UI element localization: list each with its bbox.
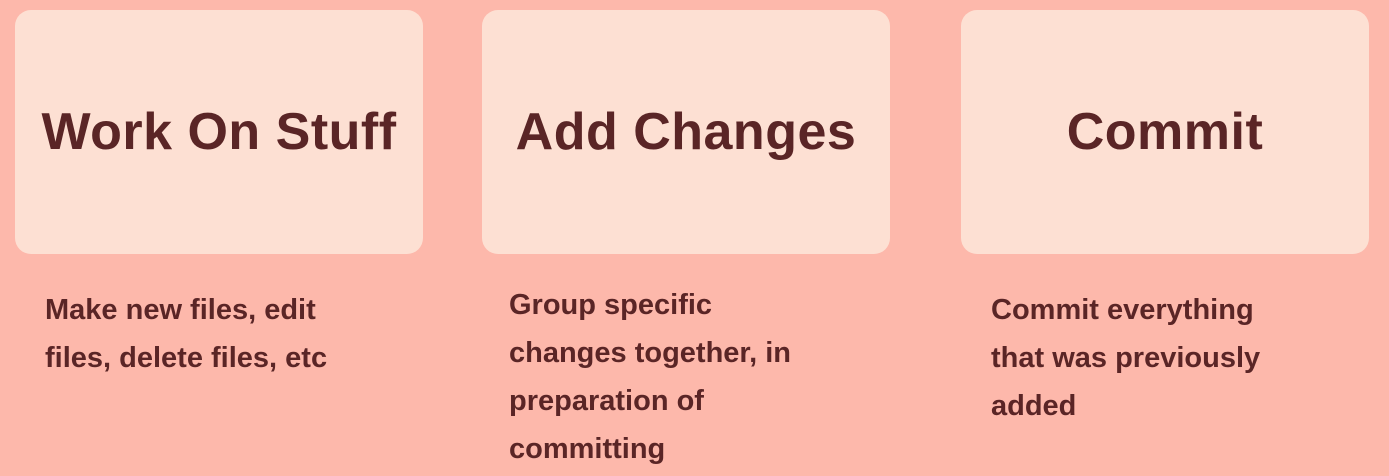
description-line: that was previously — [991, 342, 1261, 374]
description-line: preparation of — [509, 385, 704, 417]
step-card-work-on-stuff: Work On Stuff — [15, 10, 423, 254]
description-line: committing — [509, 433, 666, 465]
description-line: changes together, in — [509, 337, 791, 369]
step-card-add-changes: Add Changes — [482, 10, 890, 254]
step-card-commit: Commit — [961, 10, 1369, 254]
step-title: Add Changes — [515, 103, 857, 161]
step-title: Work On Stuff — [41, 103, 397, 161]
description-line: Group specific — [509, 289, 713, 321]
step-description-add-changes: Group specific changes together, in prep… — [509, 281, 791, 473]
step-title: Commit — [1066, 103, 1264, 161]
step-description-work-on-stuff: Make new files, edit files, delete files… — [45, 286, 327, 382]
description-line: files, delete files, etc — [45, 342, 328, 374]
description-line: Make new files, edit — [45, 294, 316, 326]
description-line: added — [991, 390, 1077, 422]
step-description-commit: Commit everything that was previously ad… — [991, 286, 1260, 430]
description-line: Commit everything — [991, 294, 1254, 326]
